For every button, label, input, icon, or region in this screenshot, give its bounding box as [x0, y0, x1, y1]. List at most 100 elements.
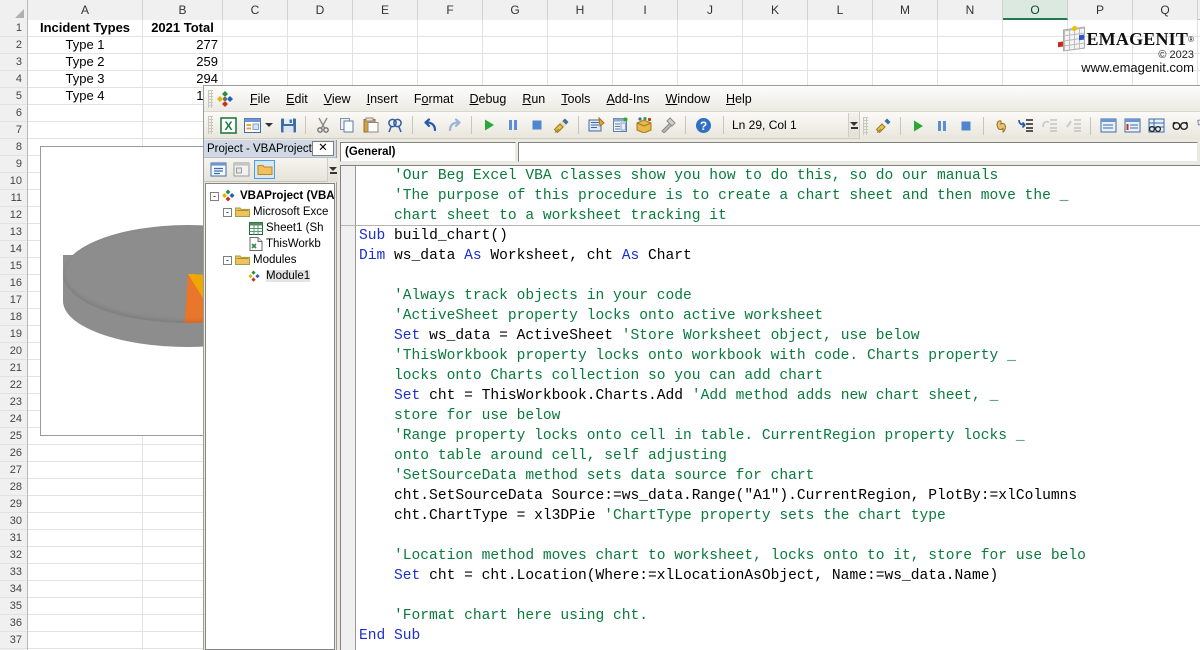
row-header-14[interactable]: 14	[0, 241, 27, 258]
code-line[interactable]: cht.ChartType = xl3DPie 'ChartType prope…	[359, 506, 1200, 526]
toolbar-overflow-button[interactable]	[848, 113, 859, 137]
cell-A2[interactable]: Type 1	[28, 37, 142, 54]
find-icon[interactable]	[384, 115, 406, 136]
column-header-N[interactable]: N	[938, 0, 1003, 20]
cell-A5[interactable]: Type 4	[28, 88, 142, 105]
vbe-menu-bar[interactable]: File Edit View Insert Format Debug Run Tools Add…	[204, 86, 1200, 112]
toolbar-grip-icon[interactable]	[208, 116, 213, 134]
menu-item-add-ins[interactable]: Add-Ins	[598, 89, 657, 109]
row-header-7[interactable]: 7	[0, 122, 27, 139]
code-line[interactable]: Sub build_chart()	[359, 226, 1200, 246]
watch-window-icon[interactable]	[1145, 115, 1167, 136]
reset-icon[interactable]	[955, 115, 977, 136]
code-line[interactable]: 'SetSourceData method sets data source f…	[359, 466, 1200, 486]
code-line[interactable]: 'Our Beg Excel VBA classes show you how …	[359, 166, 1200, 186]
quick-watch-icon[interactable]	[1169, 115, 1191, 136]
row-header-30[interactable]: 30	[0, 513, 27, 530]
save-icon[interactable]	[277, 115, 299, 136]
column-header-A[interactable]: A	[28, 0, 143, 20]
code-line[interactable]	[359, 586, 1200, 606]
close-icon[interactable]: ✕	[311, 141, 334, 156]
code-line[interactable]: onto table around cell, self adjusting	[359, 446, 1200, 466]
row-header-3[interactable]: 3	[0, 54, 27, 71]
menu-item-window[interactable]: Window	[658, 89, 718, 109]
column-header-I[interactable]: I	[613, 0, 678, 20]
object-combo[interactable]: (General)	[340, 142, 516, 162]
column-header-E[interactable]: E	[353, 0, 418, 20]
row-header-36[interactable]: 36	[0, 615, 27, 632]
column-header-O[interactable]: O	[1003, 0, 1068, 20]
row-header-25[interactable]: 25	[0, 428, 27, 445]
code-line[interactable]: 'Location method moves chart to workshee…	[359, 546, 1200, 566]
toolbox-icon[interactable]	[657, 115, 679, 136]
collapse-expander-icon[interactable]: -	[223, 255, 232, 265]
project-explorer-titlebar[interactable]: Project - VBAProject ✕	[204, 140, 336, 158]
row-header-34[interactable]: 34	[0, 581, 27, 598]
code-line[interactable]: chart sheet to a worksheet tracking it	[359, 206, 1200, 226]
column-header-J[interactable]: J	[678, 0, 743, 20]
row-header-33[interactable]: 33	[0, 564, 27, 581]
row-header-17[interactable]: 17	[0, 292, 27, 309]
row-header-4[interactable]: 4	[0, 71, 27, 88]
project-explorer-icon[interactable]	[585, 115, 607, 136]
menu-item-help[interactable]: Help	[718, 89, 760, 109]
row-header-8[interactable]: 8	[0, 139, 27, 156]
cut-icon[interactable]	[312, 115, 334, 136]
code-line[interactable]: 'Format chart here using cht.	[359, 606, 1200, 626]
properties-window-icon[interactable]	[609, 115, 631, 136]
collapse-expander-icon[interactable]: -	[210, 191, 219, 201]
select-all-corner[interactable]	[0, 0, 28, 20]
object-browser-icon[interactable]	[633, 115, 655, 136]
insert-userform-icon[interactable]	[241, 115, 263, 136]
toggle-breakpoint-icon[interactable]	[990, 115, 1012, 136]
row-header-5[interactable]: 5	[0, 88, 27, 105]
call-stack-icon[interactable]	[1193, 115, 1200, 136]
row-header-2[interactable]: 2	[0, 37, 27, 54]
column-header-H[interactable]: H	[548, 0, 613, 20]
column-header-G[interactable]: G	[483, 0, 548, 20]
code-line[interactable]: End Sub	[359, 626, 1200, 646]
menu-item-format[interactable]: Format	[406, 89, 462, 109]
cell-A1[interactable]: Incident Types	[28, 20, 142, 37]
breakpoint-margin[interactable]	[341, 166, 356, 650]
view-object-icon[interactable]	[231, 160, 252, 179]
view-code-icon[interactable]	[208, 160, 229, 179]
project-toolbar-overflow-button[interactable]	[327, 158, 338, 182]
cell-B1[interactable]: 2021 Total	[143, 20, 222, 37]
vba-editor-window[interactable]: File Edit View Insert Format Debug Run Tools Add…	[203, 85, 1200, 650]
paste-icon[interactable]	[360, 115, 382, 136]
menu-item-view[interactable]: View	[316, 89, 359, 109]
column-header-P[interactable]: P	[1068, 0, 1133, 20]
redo-icon[interactable]	[443, 115, 465, 136]
project-tree-item-vbaproject-vba[interactable]: - VBAProject (VBA	[206, 188, 334, 204]
project-tree-item-sheet1-sh[interactable]: Sheet1 (Sh	[206, 220, 334, 236]
cell-B3[interactable]: 259	[143, 54, 222, 71]
step-out-icon[interactable]	[1062, 115, 1084, 136]
project-tree-item-modules[interactable]: - Modules	[206, 252, 334, 268]
chevron-down-icon[interactable]	[265, 123, 273, 127]
menu-item-file[interactable]: File	[242, 89, 278, 109]
undo-icon[interactable]	[419, 115, 441, 136]
row-header-35[interactable]: 35	[0, 598, 27, 615]
column-header-C[interactable]: C	[223, 0, 288, 20]
row-header-column[interactable]: 1 2 3 4 5 6 7 8 9 10 11 12 13 14 15 16 17 18 19 20 21 22 23 24 2…	[0, 20, 28, 650]
cell-B2[interactable]: 277	[143, 37, 222, 54]
column-header-Q[interactable]: Q	[1133, 0, 1198, 20]
menubar-grip-icon[interactable]	[208, 89, 213, 108]
code-window[interactable]: (General) 'Our Beg Excel VBA classes sho…	[338, 140, 1200, 650]
project-explorer-pane[interactable]: Project - VBAProject ✕ - VBAProject (VBA -…	[204, 140, 338, 650]
column-header-row[interactable]: ABCDEFGHIJKLMNOPQ	[0, 0, 1200, 20]
copy-icon[interactable]	[336, 115, 358, 136]
vbe-standard-toolbar[interactable]: X ? Ln 29, Col 1	[204, 112, 1200, 139]
step-over-icon[interactable]	[1038, 115, 1060, 136]
row-header-24[interactable]: 24	[0, 411, 27, 428]
code-line[interactable]: cht.SetSourceData Source:=ws_data.Range(…	[359, 486, 1200, 506]
row-header-11[interactable]: 11	[0, 190, 27, 207]
row-header-27[interactable]: 27	[0, 462, 27, 479]
menu-item-edit[interactable]: Edit	[278, 89, 316, 109]
code-line[interactable]: 'Range property locks onto cell in table…	[359, 426, 1200, 446]
menu-item-insert[interactable]: Insert	[359, 89, 406, 109]
code-line[interactable]	[359, 526, 1200, 546]
row-header-26[interactable]: 26	[0, 445, 27, 462]
row-header-22[interactable]: 22	[0, 377, 27, 394]
